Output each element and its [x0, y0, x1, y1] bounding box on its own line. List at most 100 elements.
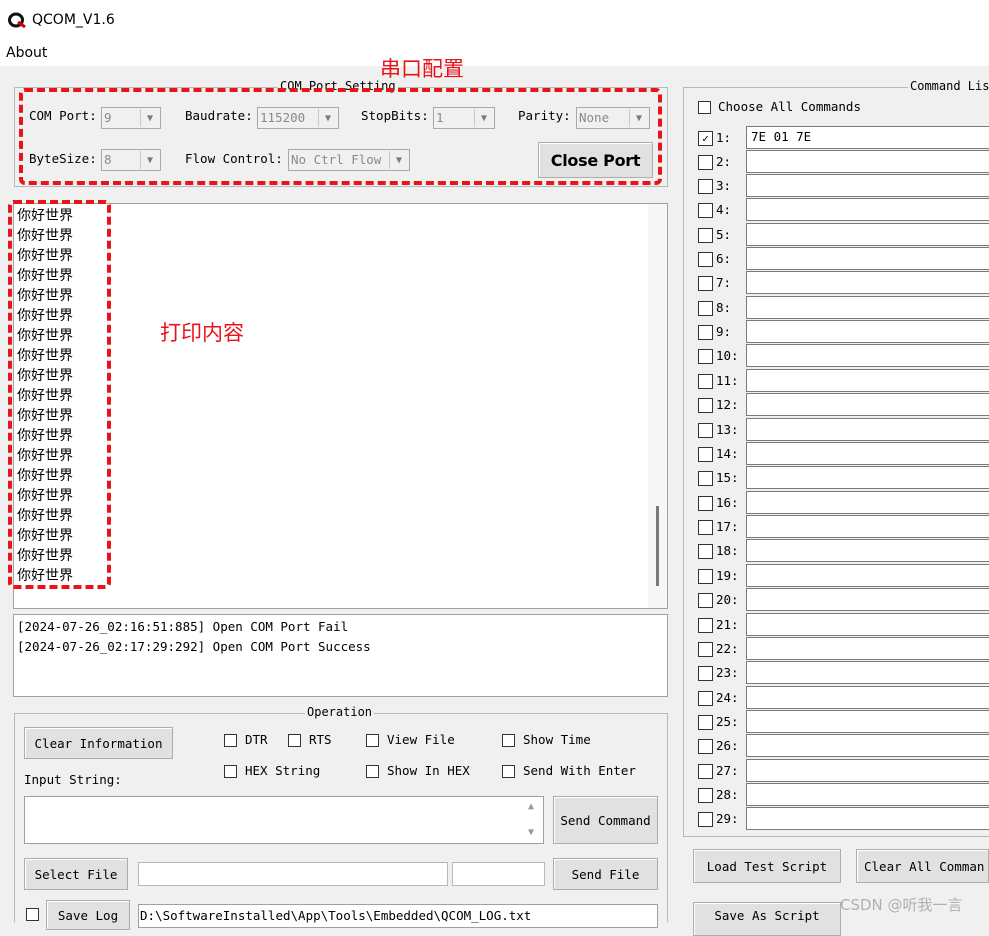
command-row: 29: [696, 807, 989, 830]
select-file-button[interactable]: Select File [24, 858, 128, 890]
command-number: 16: [716, 495, 739, 510]
command-checkbox[interactable] [698, 349, 713, 364]
command-checkbox[interactable]: ✓ [698, 131, 713, 146]
command-checkbox[interactable] [698, 618, 713, 633]
clear-all-commands-button[interactable]: Clear All Comman [856, 849, 989, 883]
command-checkbox[interactable] [698, 788, 713, 803]
command-number: 23: [716, 665, 739, 680]
command-checkbox[interactable] [698, 812, 713, 827]
command-number: 14: [716, 446, 739, 461]
file-path-field[interactable] [138, 862, 448, 886]
command-checkbox[interactable] [698, 203, 713, 218]
command-checkbox[interactable] [698, 593, 713, 608]
command-checkbox[interactable] [698, 520, 713, 535]
command-checkbox[interactable] [698, 764, 713, 779]
menu-about[interactable]: About [6, 45, 47, 61]
command-number: 24: [716, 690, 739, 705]
command-input[interactable] [746, 661, 989, 684]
operation-legend: Operation [305, 705, 375, 719]
view-file-checkbox[interactable] [366, 734, 379, 747]
command-checkbox[interactable] [698, 155, 713, 170]
send-with-enter-label: Send With Enter [523, 763, 636, 778]
command-input[interactable] [746, 515, 989, 538]
command-input[interactable] [746, 734, 989, 757]
command-row: 5: [696, 223, 989, 246]
command-input[interactable] [746, 637, 989, 660]
save-log-button[interactable]: Save Log [46, 900, 130, 930]
command-input[interactable] [746, 491, 989, 514]
command-row: 7: [696, 271, 989, 294]
command-input[interactable] [746, 198, 989, 221]
dtr-checkbox[interactable] [224, 734, 237, 747]
command-checkbox[interactable] [698, 374, 713, 389]
save-as-script-button[interactable]: Save As Script [693, 902, 841, 936]
command-checkbox[interactable] [698, 569, 713, 584]
clear-information-button[interactable]: Clear Information [24, 727, 173, 759]
command-input[interactable] [746, 174, 989, 197]
command-checkbox[interactable] [698, 739, 713, 754]
command-input[interactable] [746, 418, 989, 441]
save-log-checkbox[interactable] [26, 908, 39, 921]
command-checkbox[interactable] [698, 301, 713, 316]
command-input[interactable] [746, 150, 989, 173]
input-scrollbar[interactable]: ▲ ▼ [524, 797, 543, 843]
send-with-enter-checkbox[interactable] [502, 765, 515, 778]
command-checkbox[interactable] [698, 691, 713, 706]
command-input[interactable] [746, 393, 989, 416]
command-checkbox[interactable] [698, 276, 713, 291]
print-content-highlight [8, 200, 111, 589]
scroll-up-icon[interactable]: ▲ [528, 801, 534, 812]
choose-all-label: Choose All Commands [718, 99, 861, 114]
command-input[interactable] [746, 466, 989, 489]
send-file-button[interactable]: Send File [553, 858, 658, 890]
command-input[interactable] [746, 807, 989, 830]
command-checkbox[interactable] [698, 228, 713, 243]
log-path-value: D:\SoftwareInstalled\App\Tools\Embedded\… [140, 908, 532, 923]
command-input[interactable] [746, 271, 989, 294]
send-command-button[interactable]: Send Command [553, 796, 658, 844]
scroll-down-icon[interactable]: ▼ [528, 827, 534, 838]
show-in-hex-checkbox[interactable] [366, 765, 379, 778]
command-checkbox[interactable] [698, 252, 713, 267]
command-input[interactable] [746, 344, 989, 367]
command-input[interactable] [746, 613, 989, 636]
command-input[interactable] [746, 442, 989, 465]
choose-all-checkbox[interactable] [698, 101, 711, 114]
command-input[interactable] [746, 564, 989, 587]
command-checkbox[interactable] [698, 544, 713, 559]
command-checkbox[interactable] [698, 423, 713, 438]
input-string-field[interactable]: ▲ ▼ [24, 796, 544, 844]
hex-string-checkbox[interactable] [224, 765, 237, 778]
command-checkbox[interactable] [698, 642, 713, 657]
command-checkbox[interactable] [698, 447, 713, 462]
command-input[interactable] [746, 320, 989, 343]
command-input[interactable] [746, 247, 989, 270]
command-checkbox[interactable] [698, 666, 713, 681]
command-input[interactable] [746, 369, 989, 392]
command-input[interactable] [746, 759, 989, 782]
command-input[interactable] [746, 223, 989, 246]
port-config-highlight [19, 88, 662, 185]
load-test-script-button[interactable]: Load Test Script [693, 849, 841, 883]
rts-checkbox[interactable] [288, 734, 301, 747]
log-path-field[interactable]: D:\SoftwareInstalled\App\Tools\Embedded\… [138, 904, 658, 928]
command-checkbox[interactable] [698, 398, 713, 413]
command-input[interactable] [746, 783, 989, 806]
command-input[interactable]: 7E 01 7E [746, 126, 989, 149]
command-input[interactable] [746, 686, 989, 709]
receive-scrollbar[interactable] [648, 204, 667, 608]
command-checkbox[interactable] [698, 325, 713, 340]
hex-string-label: HEX String [245, 763, 321, 778]
scrollbar-thumb[interactable] [656, 506, 659, 586]
log-line: [2024-07-26_02:17:29:292] Open COM Port … [17, 639, 371, 654]
command-input[interactable] [746, 710, 989, 733]
command-checkbox[interactable] [698, 471, 713, 486]
command-input[interactable] [746, 588, 989, 611]
command-checkbox[interactable] [698, 715, 713, 730]
command-input[interactable] [746, 539, 989, 562]
command-checkbox[interactable] [698, 179, 713, 194]
command-row: ✓ 1: 7E 01 7E [696, 126, 989, 149]
show-time-checkbox[interactable] [502, 734, 515, 747]
command-checkbox[interactable] [698, 496, 713, 511]
command-input[interactable] [746, 296, 989, 319]
